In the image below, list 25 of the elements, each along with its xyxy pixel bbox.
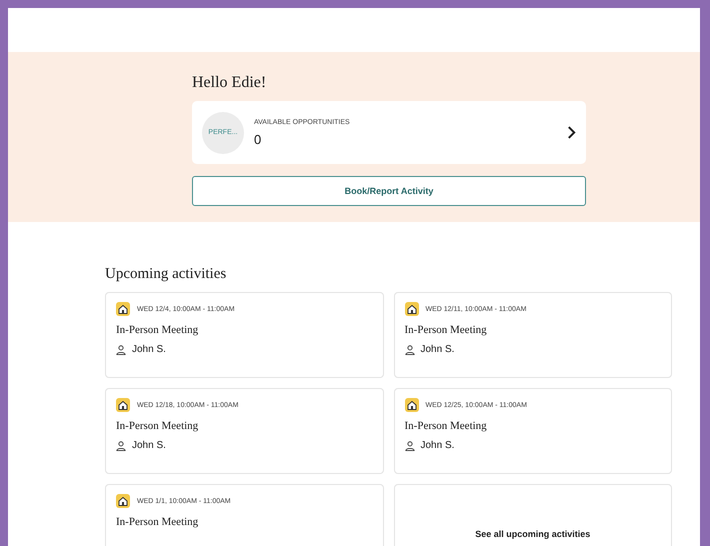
- section-heading: Upcoming activities: [105, 266, 228, 283]
- house-icon: [116, 302, 130, 316]
- activity-title: In-Person Meeting: [404, 420, 488, 432]
- chevron-right-icon[interactable]: [567, 125, 576, 140]
- greeting: Hello Edie!: [192, 74, 268, 92]
- person-name: John S.: [420, 440, 454, 451]
- person-icon: [404, 440, 414, 450]
- house-icon: [116, 494, 130, 508]
- activity-title: In-Person Meeting: [404, 324, 488, 336]
- person-icon: [116, 440, 126, 450]
- house-icon: [404, 398, 418, 412]
- person-name: John S.: [420, 344, 454, 355]
- person-name: John S.: [132, 440, 166, 451]
- activity-title: In-Person Meeting: [116, 516, 200, 528]
- person-icon: [116, 344, 126, 354]
- person-name: John S.: [132, 344, 166, 355]
- see-all-card[interactable]: See all upcoming activities: [394, 484, 672, 546]
- activity-title: In-Person Meeting: [116, 420, 200, 432]
- book-report-button[interactable]: Book/Report Activity: [192, 176, 586, 206]
- activity-title: In-Person Meeting: [116, 324, 200, 336]
- opportunities-count: 0: [254, 132, 262, 146]
- person-icon: [404, 344, 414, 354]
- house-icon: [116, 398, 130, 412]
- house-icon: [404, 302, 418, 316]
- see-all-link[interactable]: See all upcoming activities: [475, 529, 590, 539]
